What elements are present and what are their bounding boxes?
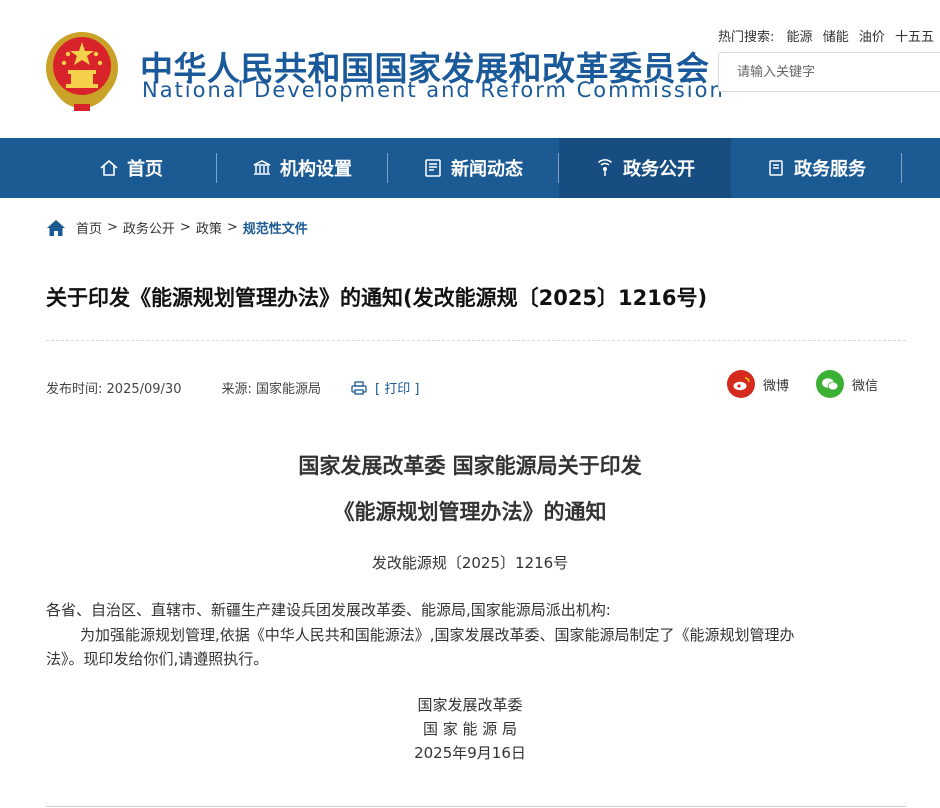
breadcrumb-link-policy[interactable]: 政策 (196, 218, 222, 237)
nav-divider (901, 153, 902, 183)
share-wechat-button[interactable]: 微信 (816, 370, 878, 398)
hot-search-link-15th-plan[interactable]: 十五五 (895, 30, 934, 45)
weibo-icon (727, 370, 755, 398)
signatory-nea: 国 家 能 源 局 (422, 720, 518, 738)
print-label: [ 打印 ] (375, 382, 420, 397)
publish-date: 2025/09/30 (106, 382, 182, 397)
breadcrumb-separator: > (107, 220, 118, 235)
document-heading-line1: 国家发展改革委 国家能源局关于印发 (298, 454, 642, 478)
nav-item-institution[interactable]: 机构设置 (217, 138, 387, 198)
hot-search-link-oil-price[interactable]: 油价 (859, 30, 885, 45)
hot-search-link-storage[interactable]: 储能 (823, 30, 849, 45)
nav-item-label: 新闻动态 (451, 159, 523, 180)
nav-item-label: 首页 (127, 159, 163, 180)
addressee-paragraph: 各省、自治区、直辖市、新疆生产建设兵团发展改革委、能源局,国家能源局派出机构: (46, 601, 611, 619)
body-paragraph-line2: 法》。现印发给你们,请遵照执行。 (46, 650, 269, 668)
nav-item-home[interactable]: 首页 (46, 138, 216, 198)
nav-item-government-affairs[interactable]: 政务公开 (559, 138, 731, 198)
broadcast-icon (597, 159, 613, 176)
weibo-label: 微博 (763, 378, 790, 394)
nav-item-label: 机构设置 (280, 159, 352, 180)
hot-search-link-energy[interactable]: 能源 (787, 30, 813, 45)
document-number: 发改能源规〔2025〕1216号 (371, 554, 569, 572)
sign-date: 2025年9月16日 (414, 744, 526, 762)
more-nav-icon[interactable] (926, 296, 940, 316)
breadcrumb-link-government-affairs[interactable]: 政务公开 (123, 218, 175, 237)
home-icon[interactable] (46, 219, 66, 237)
wechat-icon (816, 370, 844, 398)
news-icon (425, 159, 441, 177)
search-box (718, 52, 940, 92)
home-icon (100, 159, 118, 176)
search-input[interactable] (719, 53, 940, 91)
breadcrumb: 首页 > 政务公开 > 政策 > 规范性文件 (46, 218, 308, 237)
breadcrumb-separator: > (179, 220, 191, 235)
hot-search-label: 热门搜索: (718, 30, 775, 45)
nav-item-label: 政务公开 (623, 159, 695, 180)
article-meta: 发布时间: 2025/09/30 来源: 国家能源局 [ 打印 ] (46, 378, 419, 397)
institution-icon (253, 160, 271, 175)
printer-icon (351, 380, 367, 395)
nav-item-news[interactable]: 新闻动态 (388, 138, 558, 198)
source-label: 来源: (221, 382, 252, 397)
nav-item-services[interactable]: 政务服务 (731, 138, 901, 198)
document-heading-line2: 《能源规划管理办法》的通知 (333, 500, 607, 524)
wechat-label: 微信 (852, 378, 879, 394)
source-info: 来源: 国家能源局 (221, 378, 321, 397)
title-divider (46, 340, 906, 341)
hot-search: 热门搜索: 能源 储能 油价 十五五 (718, 26, 934, 45)
source-value: 国家能源局 (256, 382, 322, 397)
nav-item-label: 政务服务 (794, 159, 866, 180)
national-emblem-icon[interactable] (44, 30, 120, 112)
signatory-ndrc: 国家发展改革委 (417, 696, 523, 714)
site-title-en: National Development and Reform Commissi… (142, 78, 725, 102)
breadcrumb-link-home[interactable]: 首页 (76, 218, 102, 237)
share-weibo-button[interactable]: 微博 (727, 370, 789, 398)
site-header: 中华人民共和国国家发展和改革委员会 National Development a… (0, 0, 940, 138)
service-icon (769, 160, 783, 176)
publish-label: 发布时间: (46, 382, 103, 397)
publish-info: 发布时间: 2025/09/30 (46, 378, 181, 397)
bottom-divider (46, 806, 906, 807)
print-button[interactable]: [ 打印 ] (351, 378, 419, 397)
breadcrumb-separator: > (226, 220, 238, 235)
article-title: 关于印发《能源规划管理办法》的通知(发改能源规〔2025〕1216号) (46, 286, 708, 310)
main-nav: 首页 机构设置 新闻动态 政务公开 政务服务 (0, 138, 940, 315)
breadcrumb-current[interactable]: 规范性文件 (243, 218, 308, 237)
body-paragraph-line1: 为加强能源规划管理,依据《中华人民共和国能源法》,国家发展改革委、国家能源局制定… (80, 626, 795, 644)
